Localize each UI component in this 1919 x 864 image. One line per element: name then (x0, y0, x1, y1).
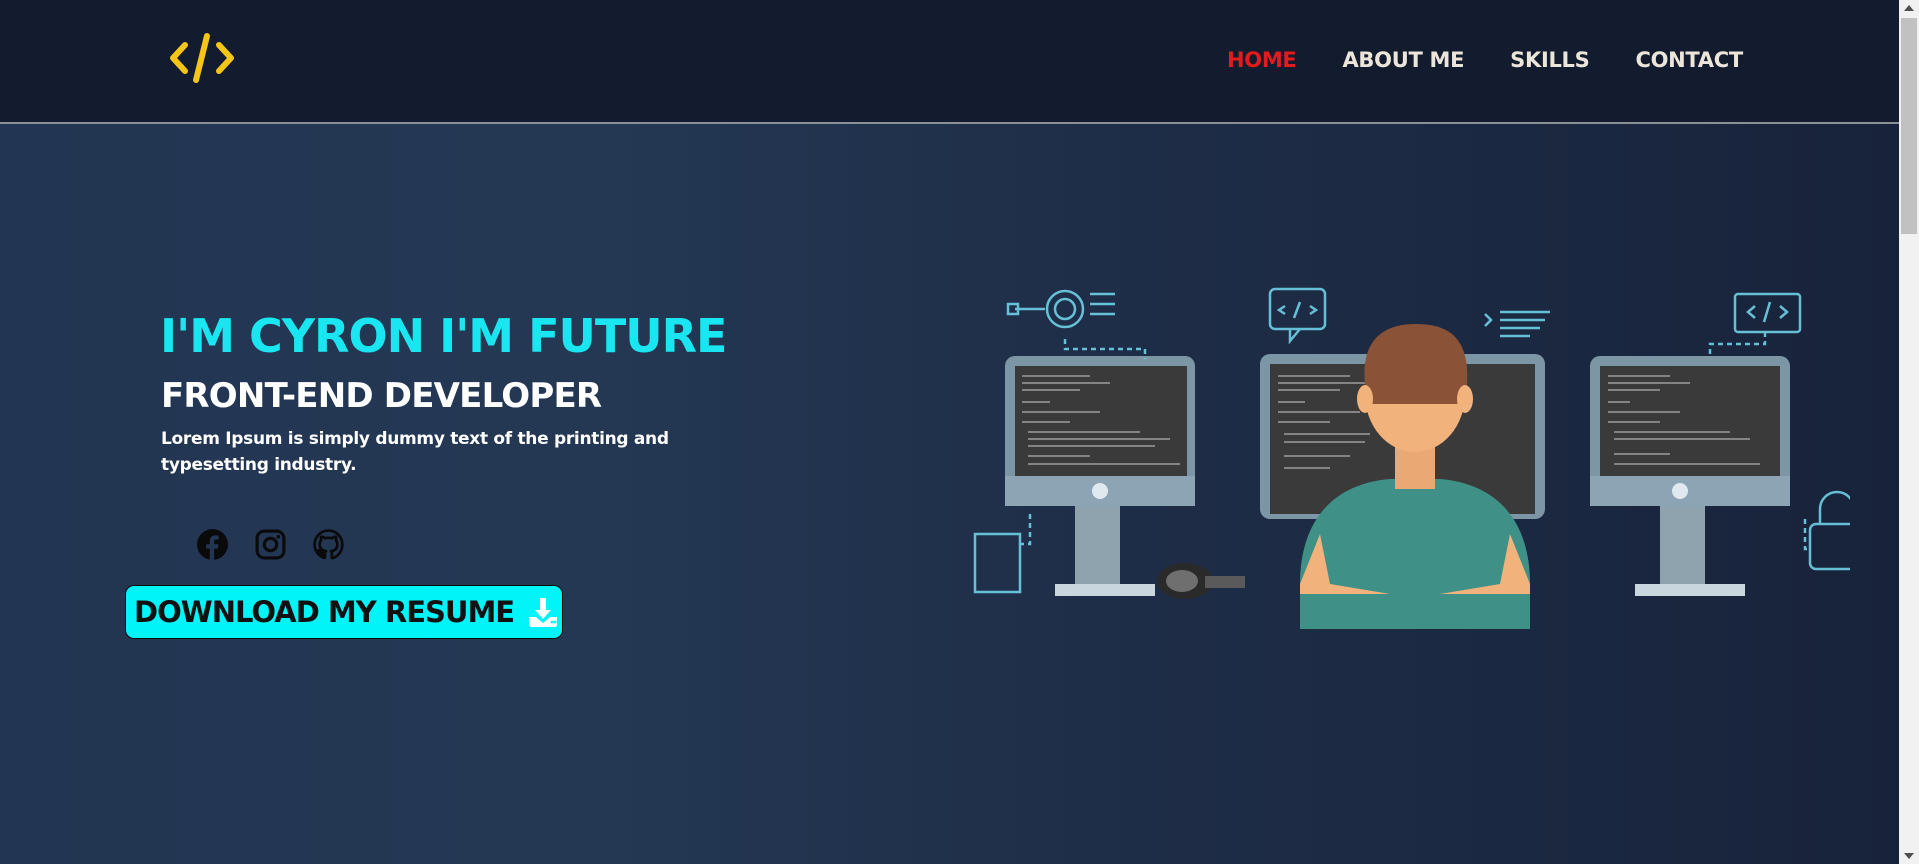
hero-title: I'M CYRON I'M FUTURE (160, 309, 727, 363)
scroll-down-arrow-icon[interactable] (1904, 853, 1914, 859)
nav-home[interactable]: HOME (1227, 44, 1297, 76)
download-resume-button[interactable]: DOWNLOAD MY RESUME (125, 585, 563, 639)
left-monitor (1005, 356, 1195, 596)
developer-at-monitors-illustration (973, 287, 1850, 629)
facebook-icon[interactable] (196, 528, 229, 561)
vertical-scrollbar[interactable] (1899, 0, 1919, 864)
hero-section: I'M CYRON I'M FUTURE FRONT-END DEVELOPER… (0, 124, 1899, 864)
hero-subtitle: FRONT-END DEVELOPER (161, 376, 602, 416)
right-monitor (1590, 356, 1790, 596)
social-links (196, 528, 345, 561)
hero-description: Lorem Ipsum is simply dummy text of the … (161, 429, 669, 475)
site-header: HOME ABOUT ME SKILLS CONTACT (0, 0, 1899, 124)
code-brackets-icon[interactable] (168, 30, 236, 86)
download-icon (529, 598, 558, 627)
download-resume-label: DOWNLOAD MY RESUME (134, 595, 515, 629)
nav-skills[interactable]: SKILLS (1510, 44, 1590, 76)
scrollbar-thumb[interactable] (1901, 18, 1917, 234)
nav-about-me[interactable]: ABOUT ME (1342, 44, 1464, 76)
instagram-icon[interactable] (254, 528, 287, 561)
main-nav: HOME ABOUT ME SKILLS CONTACT (1227, 44, 1743, 76)
nav-contact[interactable]: CONTACT (1635, 44, 1743, 76)
github-icon[interactable] (312, 528, 345, 561)
page: HOME ABOUT ME SKILLS CONTACT I'M CYRON I… (0, 0, 1919, 864)
scroll-up-arrow-icon[interactable] (1904, 5, 1914, 11)
